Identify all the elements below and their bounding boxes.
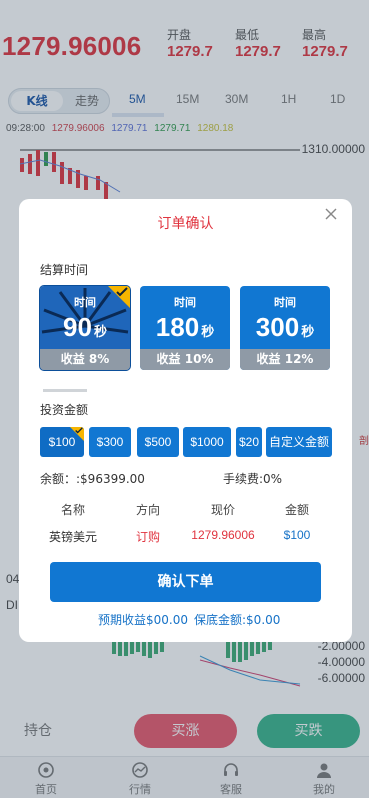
amount-option-2000[interactable]: $20 xyxy=(236,427,262,457)
amount-option-label: $1000 xyxy=(190,435,224,449)
card-seconds-unit: 秒 xyxy=(201,324,215,339)
order-table-header-price: 现价 xyxy=(210,503,235,517)
order-cell-price: 1279.96006 xyxy=(191,528,255,542)
close-icon[interactable] xyxy=(322,205,340,223)
card-seconds-unit: 秒 xyxy=(93,324,107,339)
investment-amount-label: 投资金额 xyxy=(40,403,89,417)
scroll-indicator xyxy=(43,389,87,392)
card-profit: 收益 10% xyxy=(140,349,230,370)
duration-card-180[interactable]: 时间 180 秒 收益 10% xyxy=(140,286,230,370)
card-time-label: 时间 xyxy=(274,296,296,309)
settle-time-label: 结算时间 xyxy=(40,263,89,277)
order-cell-name: 英镑美元 xyxy=(48,530,97,544)
card-seconds: 300 秒 xyxy=(240,312,330,343)
guaranteed-amount-text: 保底金额:$0.00 xyxy=(194,613,281,627)
duration-card-90[interactable]: 时间 90 秒 收益 8% xyxy=(39,285,131,371)
card-profit: 收益 8% xyxy=(40,349,130,370)
amount-option-1000[interactable]: $1000 xyxy=(183,427,231,457)
card-profit: 收益 12% xyxy=(240,349,330,370)
order-table-header-amount: 金额 xyxy=(284,503,309,517)
amount-option-300[interactable]: $300 xyxy=(89,427,131,457)
modal-title: 订单确认 xyxy=(157,216,214,232)
duration-card-300[interactable]: 时间 300 秒 收益 12% xyxy=(240,286,330,370)
amount-option-label: $20 xyxy=(238,435,260,449)
confirm-order-button[interactable]: 确认下单 xyxy=(50,562,321,602)
card-seconds-value: 300 xyxy=(255,312,300,342)
amount-option-100[interactable]: $100 xyxy=(40,427,84,457)
card-time-label: 时间 xyxy=(174,296,196,309)
card-seconds-value: 180 xyxy=(155,312,200,342)
balance-text: 余额：:$96399.00 xyxy=(40,472,145,486)
fee-text: 手续费:0% xyxy=(223,472,283,486)
card-seconds: 90 秒 xyxy=(40,312,130,343)
card-seconds-unit: 秒 xyxy=(301,324,315,339)
order-confirm-modal: 订单确认 结算时间 时间 90秒 收益 8% 时间 180秒 收益 10% xyxy=(19,199,352,642)
checkmark-icon xyxy=(116,287,128,297)
order-table-header-direction: 方向 xyxy=(135,503,160,517)
card-seconds: 180 秒 xyxy=(140,312,230,343)
checkmark-icon xyxy=(75,427,83,434)
amount-option-500[interactable]: $500 xyxy=(137,427,179,457)
amount-option-label: $500 xyxy=(144,435,172,449)
amount-option-label: $300 xyxy=(96,435,124,449)
card-seconds-value: 90 xyxy=(63,312,92,342)
order-cell-direction: 订购 xyxy=(135,530,160,544)
expected-profit-text: 预期收益$00.00 xyxy=(98,613,188,627)
order-cell-amount: $100 xyxy=(283,528,311,542)
order-table-header-name: 名称 xyxy=(60,503,85,517)
custom-amount-button[interactable]: 自定义金额 xyxy=(266,427,332,457)
